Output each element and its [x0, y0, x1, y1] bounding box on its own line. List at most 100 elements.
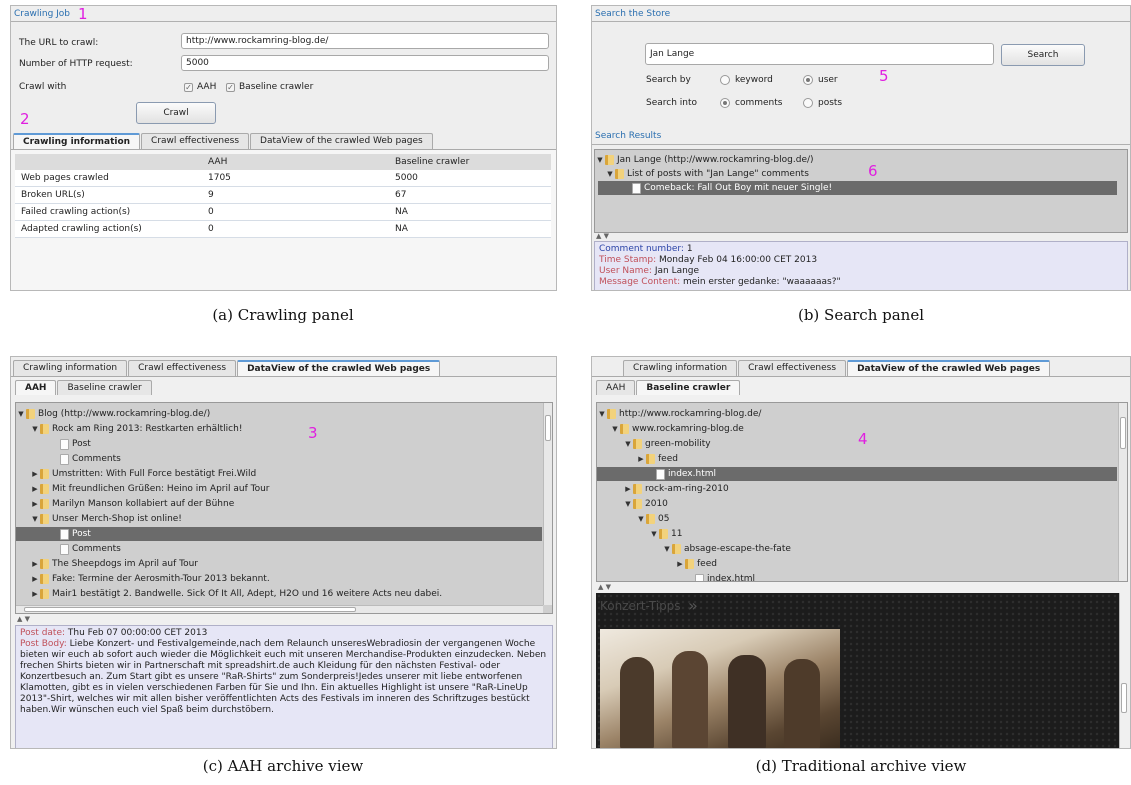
tree-node[interactable]: ▶ The Sheepdogs im April auf Tour: [16, 557, 542, 571]
tree-node[interactable]: ▶ Umstritten: With Full Force bestätigt F…: [16, 467, 542, 481]
search-input[interactable]: Jan Lange: [645, 43, 994, 65]
tree-node[interactable]: ▼ List of posts with "Jan Lange" comment…: [595, 167, 1117, 181]
tree-node[interactable]: ▶ Marilyn Manson kollabiert auf der Bühne: [16, 497, 542, 511]
table-row[interactable]: Web pages crawled 1705 5000: [15, 170, 551, 187]
crawl-button[interactable]: Crawl: [136, 102, 216, 124]
preview-vertical-scrollbar[interactable]: [1119, 593, 1128, 748]
tree-node-label: 2010: [645, 499, 668, 509]
time-stamp-key: Time Stamp:: [599, 255, 657, 265]
user-radio[interactable]: [803, 75, 813, 85]
scrollbar-thumb[interactable]: [545, 415, 551, 441]
tree-node[interactable]: ▼ www.rockamring-blog.de: [597, 422, 1117, 436]
tree-node[interactable]: ▼ Blog (http://www.rockamring-blog.de/): [16, 407, 542, 421]
table-row[interactable]: Broken URL(s) 9 67: [15, 186, 551, 204]
table-row[interactable]: Failed crawling action(s) 0 NA: [15, 203, 551, 221]
tree-node[interactable]: ▶ Mit freundlichen Grüßen: Heino im April…: [16, 482, 542, 496]
subtab-aah[interactable]: AAH: [596, 380, 636, 395]
scrollbar-thumb[interactable]: [1120, 417, 1126, 449]
tree-node-selected[interactable]: Comeback: Fall Out Boy mit neuer Single!: [598, 181, 1117, 195]
tree-node-label: index.html: [668, 469, 716, 479]
table-row[interactable]: Adapted crawling action(s) 0 NA: [15, 220, 551, 238]
search-button[interactable]: Search: [1001, 44, 1085, 66]
subtab-baseline-crawler[interactable]: Baseline crawler: [636, 380, 741, 395]
requests-input[interactable]: 5000: [181, 55, 549, 71]
subtab-aah[interactable]: AAH: [15, 380, 57, 395]
tree-node[interactable]: Post: [16, 437, 542, 451]
expand-arrow-icon[interactable]: ▼: [636, 515, 646, 523]
split-pane-arrows-icon[interactable]: ▲ ▼: [17, 615, 30, 623]
expand-arrow-icon[interactable]: ▼: [16, 410, 26, 418]
tree-node-label: absage-escape-the-fate: [684, 544, 791, 554]
expand-arrow-icon[interactable]: ▶: [636, 455, 646, 463]
tab-crawling-information[interactable]: Crawling information: [13, 133, 141, 149]
tab-crawling-information[interactable]: Crawling information: [13, 360, 128, 376]
scrollbar-thumb[interactable]: [1121, 683, 1127, 713]
keyword-radio[interactable]: [720, 75, 730, 85]
expand-arrow-icon[interactable]: ▼: [623, 500, 633, 508]
posts-radio[interactable]: [803, 98, 813, 108]
split-pane-arrows-icon[interactable]: ▲ ▼: [596, 232, 609, 240]
tab-dataview[interactable]: DataView of the crawled Web pages: [237, 360, 441, 376]
tree-node-selected[interactable]: index.html: [597, 467, 1117, 481]
tree-node[interactable]: ▼ Unser Merch-Shop ist online!: [16, 512, 542, 526]
subtab-baseline-crawler[interactable]: Baseline crawler: [57, 380, 152, 395]
baseline-checkbox[interactable]: ✓: [226, 83, 235, 92]
tree-node-selected[interactable]: Post: [16, 527, 542, 541]
tree-node[interactable]: ▶ Fake: Termine der Aerosmith-Tour 2013 b…: [16, 572, 542, 586]
expand-arrow-icon[interactable]: ▶: [30, 500, 40, 508]
tree-node[interactable]: ▶ rock-am-ring-2010: [597, 482, 1117, 496]
url-input[interactable]: http://www.rockamring-blog.de/: [181, 33, 549, 49]
tab-dataview[interactable]: DataView of the crawled Web pages: [847, 360, 1051, 376]
expand-arrow-icon[interactable]: ▶: [30, 575, 40, 583]
expand-arrow-icon[interactable]: ▶: [623, 485, 633, 493]
comment-detail: Comment number: 1 Time Stamp: Monday Feb…: [594, 241, 1128, 290]
tab-crawl-effectiveness[interactable]: Crawl effectiveness: [141, 133, 250, 149]
comments-radio[interactable]: [720, 98, 730, 108]
tree-node[interactable]: ▼ absage-escape-the-fate: [597, 542, 1117, 556]
photo-figure: [784, 659, 820, 748]
scrollbar-thumb[interactable]: [24, 607, 356, 612]
expand-arrow-icon[interactable]: ▶: [675, 560, 685, 568]
tree-node[interactable]: Comments: [16, 542, 542, 556]
tree-node[interactable]: ▼ Jan Lange (http://www.rockamring-blog.…: [595, 153, 1117, 167]
expand-arrow-icon[interactable]: ▼: [595, 156, 605, 164]
tab-crawl-effectiveness[interactable]: Crawl effectiveness: [128, 360, 237, 376]
detail-line: Message Content: mein erster gedanke: "w…: [599, 277, 1123, 288]
preview-heading: Konzert-Tipps: [600, 599, 681, 613]
tree-node[interactable]: index.html: [597, 572, 1117, 581]
folder-icon: [26, 409, 35, 419]
aah-checkbox[interactable]: ✓: [184, 83, 193, 92]
tree-node[interactable]: ▼ Rock am Ring 2013: Restkarten erhältlic…: [16, 422, 542, 436]
expand-arrow-icon[interactable]: ▼: [610, 425, 620, 433]
expand-arrow-icon[interactable]: ▼: [649, 530, 659, 538]
tree-node-label: 05: [658, 514, 670, 524]
tree-node[interactable]: Comments: [16, 452, 542, 466]
tree-horizontal-scrollbar[interactable]: [16, 605, 543, 613]
annotation-3: 3: [308, 424, 318, 442]
expand-arrow-icon[interactable]: ▼: [30, 425, 40, 433]
tree-node[interactable]: ▼ http://www.rockamring-blog.de/: [597, 407, 1117, 421]
expand-arrow-icon[interactable]: ▼: [30, 515, 40, 523]
expand-arrow-icon[interactable]: ▼: [597, 410, 607, 418]
expand-arrow-icon[interactable]: ▶: [30, 590, 40, 598]
tab-crawl-effectiveness[interactable]: Crawl effectiveness: [738, 360, 847, 376]
tree-node[interactable]: ▶ feed: [597, 557, 1117, 571]
folder-icon: [40, 514, 49, 524]
tree-node[interactable]: ▼ 2010: [597, 497, 1117, 511]
expand-arrow-icon[interactable]: ▶: [30, 485, 40, 493]
tree-node[interactable]: ▼ green-mobility: [597, 437, 1117, 451]
split-pane-arrows-icon[interactable]: ▲ ▼: [598, 583, 611, 591]
tree-vertical-scrollbar[interactable]: [543, 403, 552, 605]
tab-crawling-information[interactable]: Crawling information: [623, 360, 738, 376]
expand-arrow-icon[interactable]: ▼: [662, 545, 672, 553]
tab-dataview[interactable]: DataView of the crawled Web pages: [250, 133, 433, 149]
expand-arrow-icon[interactable]: ▼: [623, 440, 633, 448]
tree-vertical-scrollbar[interactable]: [1118, 403, 1127, 581]
tree-node[interactable]: ▶ feed: [597, 452, 1117, 466]
tree-node[interactable]: ▼ 11: [597, 527, 1117, 541]
expand-arrow-icon[interactable]: ▶: [30, 560, 40, 568]
expand-arrow-icon[interactable]: ▶: [30, 470, 40, 478]
tree-node[interactable]: ▶ Mair1 bestätigt 2. Bandwelle. Sick Of I…: [16, 587, 542, 601]
expand-arrow-icon[interactable]: ▼: [605, 170, 615, 178]
tree-node[interactable]: ▼ 05: [597, 512, 1117, 526]
